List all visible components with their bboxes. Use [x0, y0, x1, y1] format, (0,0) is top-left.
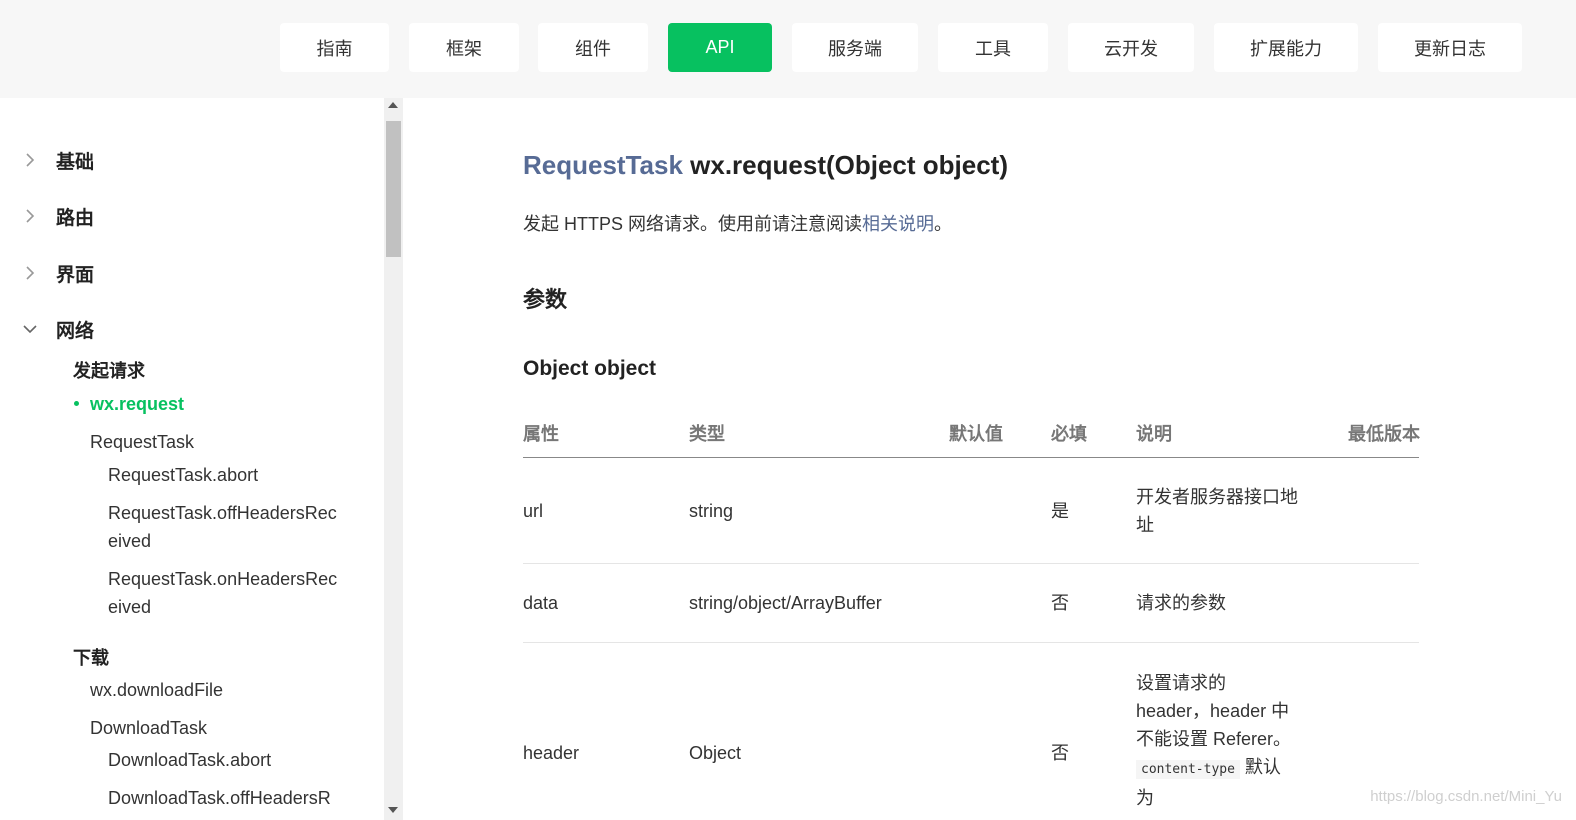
sidebar-heading-download: 下载 [73, 648, 109, 668]
sidebar-group-label: 网络 [56, 320, 95, 342]
nav-tab-framework[interactable]: 框架 [409, 23, 519, 72]
table-cell-type: Object [689, 743, 742, 763]
sidebar-scrollbar[interactable] [384, 98, 403, 820]
table-header-default: 默认值 [949, 424, 1003, 444]
table-header-min-version: 最低版本 [1348, 424, 1420, 444]
desc-line: 开发者服务器接口地 [1136, 487, 1298, 507]
sidebar-item-line: eived [108, 531, 152, 551]
sidebar-item-line: RequestTask.onHeadersRec [108, 569, 338, 589]
sidebar-group-network[interactable]: 网络 [0, 309, 384, 349]
chevron-right-icon [22, 152, 38, 168]
nav-tab-cloud[interactable]: 云开发 [1068, 23, 1194, 72]
scrollbar-thumb[interactable] [386, 121, 401, 257]
sidebar-group-basics[interactable]: 基础 [0, 140, 384, 180]
section-heading-params: 参数 [523, 287, 568, 312]
table-header-required: 必填 [1051, 424, 1087, 444]
sidebar-item-download-task[interactable]: DownloadTask [90, 714, 207, 742]
sidebar-item-line: RequestTask.offHeadersRec [108, 503, 337, 523]
table-header-divider [523, 457, 1419, 458]
desc-line: 为 [1136, 788, 1154, 808]
description-text: 发起 HTTPS 网络请求。使用前请注意阅读 [523, 214, 863, 234]
sidebar-item-download-task-off-headers[interactable]: DownloadTask.offHeadersR [108, 784, 331, 812]
table-cell-attr: header [523, 743, 580, 763]
nav-tab-guide[interactable]: 指南 [280, 23, 389, 72]
sidebar-group-label: 路由 [56, 207, 95, 229]
return-type-link[interactable]: RequestTask [523, 150, 683, 180]
table-cell-desc: 请求的参数 [1136, 593, 1226, 613]
table-cell-type: string [689, 501, 734, 521]
table-header-attr: 属性 [523, 424, 559, 444]
table-cell-desc: 设置请求的 header，header 中 不能设置 Referer。 cont… [1136, 669, 1291, 812]
sidebar-item-line: eived [108, 597, 152, 617]
table-cell-desc: 开发者服务器接口地 址 [1136, 483, 1298, 539]
table-cell-type: string/object/ArrayBuffer [689, 593, 882, 613]
nav-tab-components[interactable]: 组件 [538, 23, 648, 72]
desc-text: 默认 [1239, 757, 1281, 777]
nav-tab-changelog[interactable]: 更新日志 [1378, 23, 1522, 72]
function-signature: wx.request(Object object) [682, 150, 1008, 180]
table-cell-attr: data [523, 593, 559, 613]
nav-tab-server[interactable]: 服务端 [792, 23, 918, 72]
scroll-up-arrow-icon[interactable] [388, 102, 398, 108]
table-header-desc: 说明 [1136, 424, 1172, 444]
page-description: 发起 HTTPS 网络请求。使用前请注意阅读相关说明。 [523, 210, 952, 236]
table-header-type: 类型 [689, 424, 725, 444]
sidebar-item-download-file[interactable]: wx.downloadFile [90, 676, 223, 704]
sidebar-item-request-task-off-headers[interactable]: RequestTask.offHeadersRec eived [108, 499, 337, 555]
description-period: 。 [934, 214, 953, 234]
scroll-down-arrow-icon[interactable] [388, 807, 398, 813]
table-cell-required: 否 [1051, 743, 1069, 763]
sidebar-item-request-task-on-headers[interactable]: RequestTask.onHeadersRec eived [108, 565, 337, 621]
table-cell-required: 否 [1051, 593, 1069, 613]
watermark: https://blog.csdn.net/Mini_Yu [1370, 788, 1562, 805]
sidebar-item-request-task[interactable]: RequestTask [90, 428, 194, 456]
page-title: RequestTask wx.request(Object object) [523, 150, 1008, 181]
desc-line: 址 [1136, 515, 1154, 535]
desc-line: content-type 默认 [1136, 753, 1291, 784]
nav-tab-extensions[interactable]: 扩展能力 [1214, 23, 1358, 72]
desc-line: 不能设置 Referer。 [1136, 729, 1292, 749]
table-row-divider [523, 642, 1419, 643]
desc-line: header，header 中 [1136, 701, 1290, 721]
sidebar-item-wx-request[interactable]: wx.request [90, 390, 184, 418]
table-row-divider [523, 563, 1419, 564]
top-nav: 指南 框架 组件 API 服务端 工具 云开发 扩展能力 更新日志 [0, 0, 1576, 98]
chevron-right-icon [22, 265, 38, 281]
related-notes-link[interactable]: 相关说明 [862, 214, 934, 234]
nav-tab-api[interactable]: API [668, 23, 772, 72]
desc-line: 设置请求的 [1136, 673, 1226, 693]
sidebar-item-download-task-abort[interactable]: DownloadTask.abort [108, 746, 271, 774]
table-cell-attr: url [523, 501, 544, 521]
chevron-down-icon [22, 321, 38, 337]
nav-tab-tools[interactable]: 工具 [938, 23, 1048, 72]
sidebar-item-request-task-abort[interactable]: RequestTask.abort [108, 461, 258, 489]
table-cell-required: 是 [1051, 501, 1069, 521]
sidebar-heading-request: 发起请求 [73, 361, 145, 381]
sidebar-group-interface[interactable]: 界面 [0, 253, 384, 293]
bullet-icon [74, 401, 79, 406]
sidebar-group-label: 界面 [56, 264, 95, 286]
main-content: RequestTask wx.request(Object object) 发起… [403, 98, 1576, 820]
sidebar-group-routing[interactable]: 路由 [0, 196, 384, 236]
section-heading-object: Object object [523, 357, 657, 380]
sidebar-group-label: 基础 [56, 151, 95, 173]
sidebar: 基础 路由 界面 网络 发起请求 wx.request RequestTask … [0, 98, 384, 820]
inline-code: content-type [1136, 760, 1240, 779]
chevron-right-icon [22, 208, 38, 224]
